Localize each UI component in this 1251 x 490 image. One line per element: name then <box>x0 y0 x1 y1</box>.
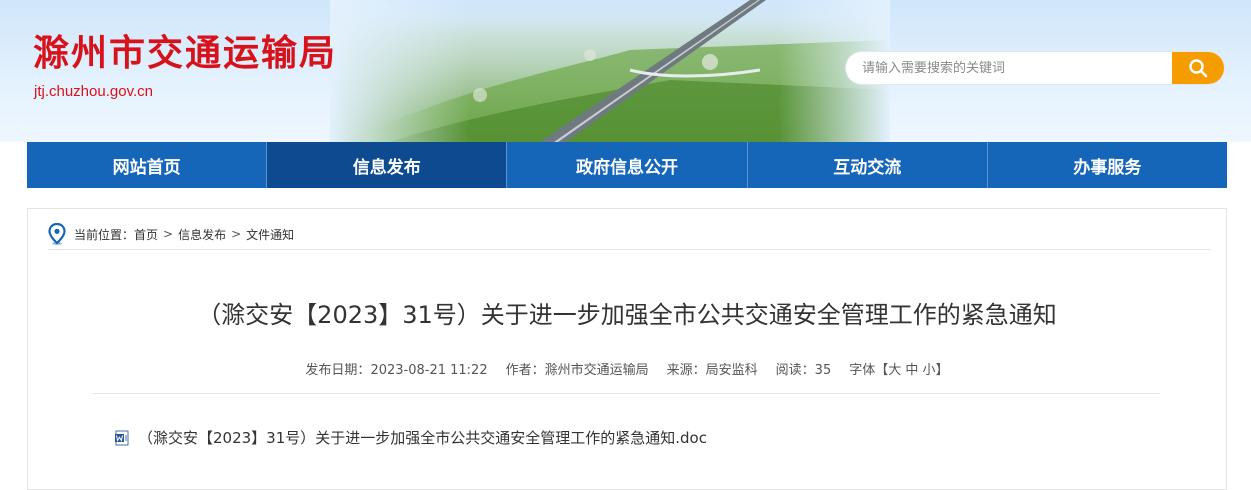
font-medium-button[interactable]: 中 <box>905 363 918 378</box>
word-doc-icon <box>115 430 129 445</box>
nav-item-info-release[interactable]: 信息发布 <box>266 142 507 188</box>
nav-item-interaction[interactable]: 互动交流 <box>746 142 987 188</box>
search-input[interactable] <box>862 52 1162 84</box>
nav-item-gov-info-public[interactable]: 政府信息公开 <box>506 142 746 188</box>
publish-date-label: 发布日期： <box>305 363 371 378</box>
breadcrumb-info-release[interactable]: 信息发布 <box>178 226 226 243</box>
reads-count: 35 <box>814 363 832 378</box>
meta-divider <box>92 393 1160 394</box>
breadcrumb-file-notice[interactable]: 文件通知 <box>246 226 294 243</box>
publish-date: 2023-08-21 11:22 <box>370 363 488 378</box>
search-button[interactable] <box>1172 52 1224 84</box>
source: 局安监科 <box>705 363 758 378</box>
site-url: jtj.chuzhou.gov.cn <box>34 83 153 100</box>
breadcrumb-prefix: 当前位置： <box>74 227 135 242</box>
attachment-filename[interactable]: （滁交安【2023】31号）关于进一步加强全市公共交通安全管理工作的紧急通知.d… <box>138 427 707 448</box>
author: 滁州市交通运输局 <box>544 363 649 378</box>
breadcrumb-home[interactable]: 首页 <box>134 226 158 243</box>
font-size-close: 】 <box>935 363 949 378</box>
author-label: 作者： <box>505 363 545 378</box>
source-label: 来源： <box>666 363 706 378</box>
attachment-link[interactable]: （滁交安【2023】31号）关于进一步加强全市公共交通安全管理工作的紧急通知.d… <box>114 427 707 448</box>
site-header: 滁州市交通运输局 jtj.chuzhou.gov.cn <box>0 0 1251 142</box>
site-title: 滁州市交通运输局 <box>33 33 338 74</box>
search-box <box>846 52 1224 84</box>
breadcrumb-separator: > <box>163 227 174 241</box>
article-title: （滁交安【2023】31号）关于进一步加强全市公共交通安全管理工作的紧急通知 <box>197 301 1057 329</box>
breadcrumb-separator: > <box>231 227 242 241</box>
reads-label: 阅读： <box>775 363 815 378</box>
content-panel: 当前位置： 首页 > 信息发布 > 文件通知 （滁交安【2023】31号）关于进… <box>27 208 1227 490</box>
search-icon <box>1189 59 1208 78</box>
nav-item-services[interactable]: 办事服务 <box>986 142 1227 188</box>
font-size-label: 字体【 <box>849 363 889 378</box>
breadcrumb: 当前位置： 首页 > 信息发布 > 文件通知 <box>48 219 1211 250</box>
article-meta: 发布日期：2023-08-21 11:22 作者：滁州市交通运输局 来源：局安监科 阅… <box>28 359 1226 378</box>
font-small-button[interactable]: 小 <box>923 363 936 378</box>
header-banner-landscape <box>330 0 890 142</box>
font-large-button[interactable]: 大 <box>888 363 901 378</box>
location-pin-icon <box>48 223 66 245</box>
main-nav: 网站首页 信息发布 政府信息公开 互动交流 办事服务 <box>27 142 1227 188</box>
nav-item-home[interactable]: 网站首页 <box>27 142 266 188</box>
